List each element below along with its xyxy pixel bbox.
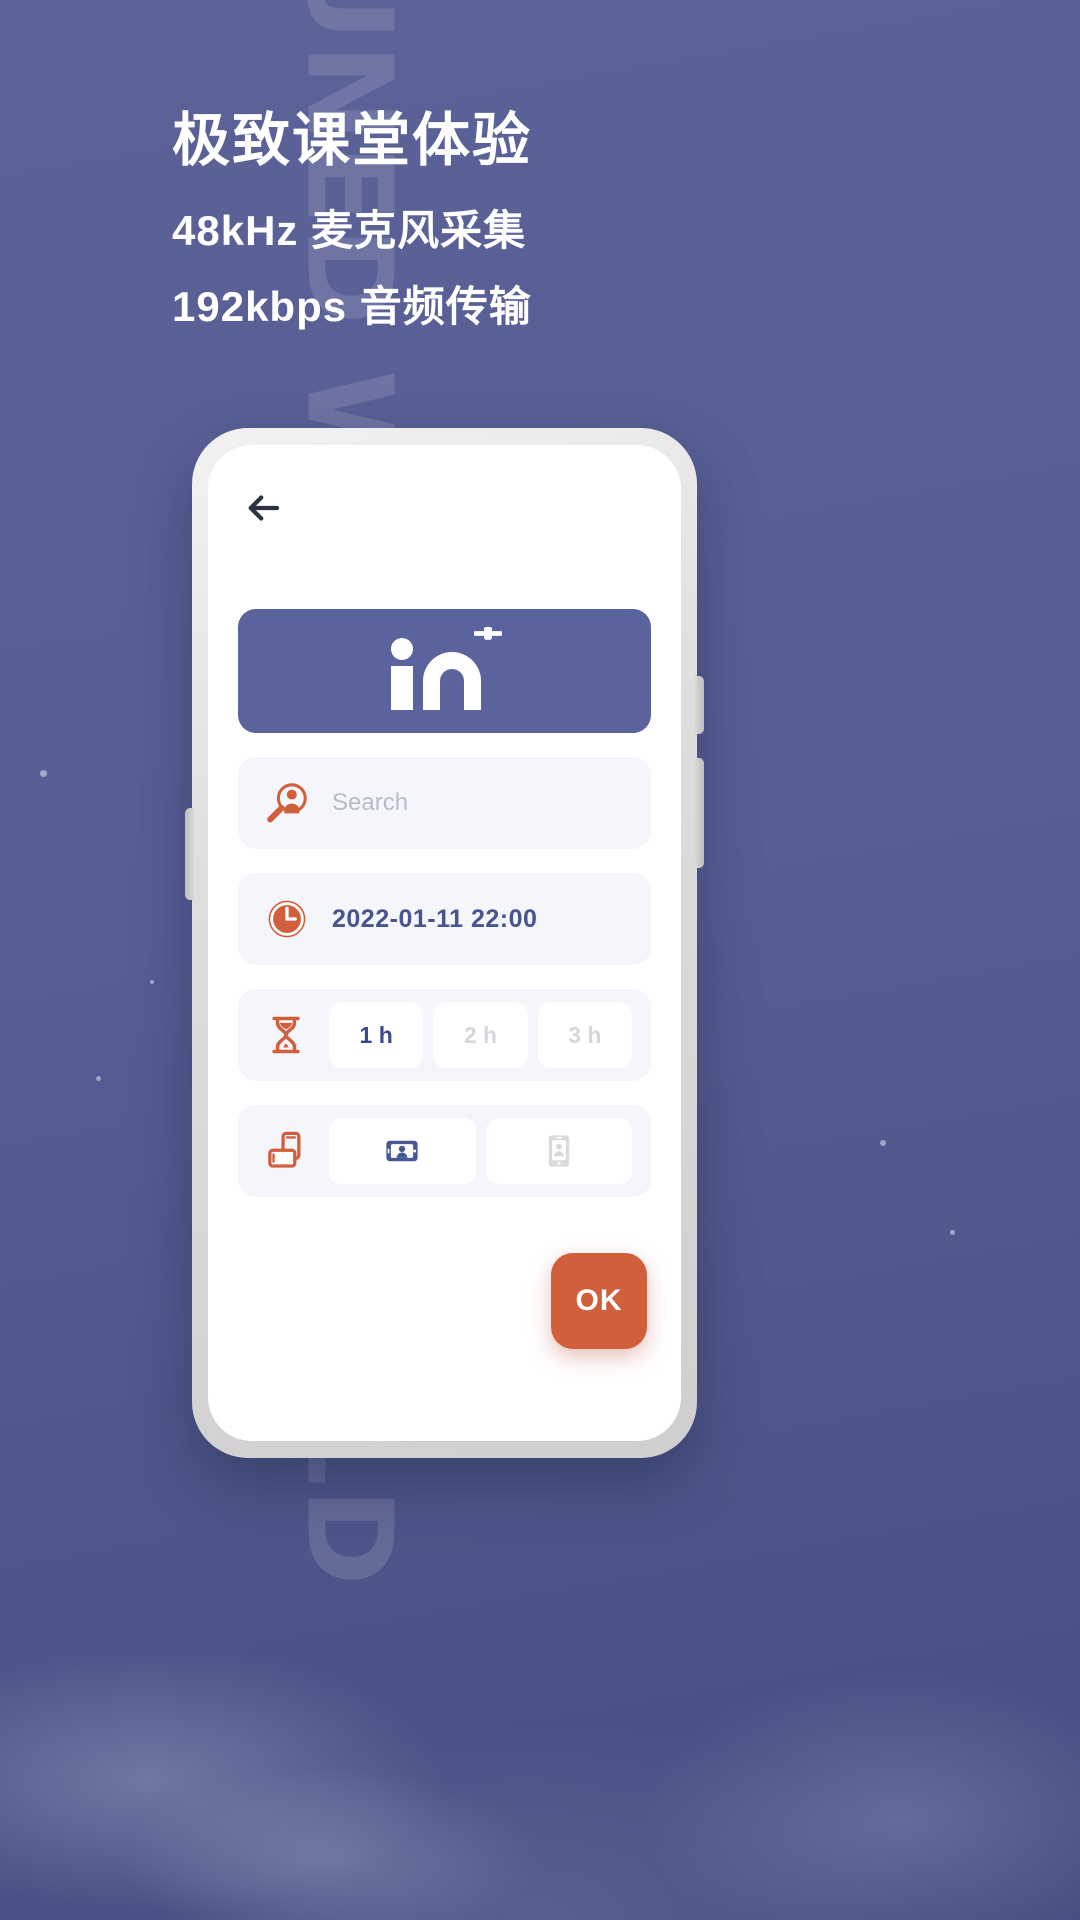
orientation-option-landscape[interactable]	[329, 1118, 476, 1184]
app-content: Search 2022-01-11 22:00 1 h 2 h 3 h OK	[208, 609, 681, 1349]
promo-banner: STAY TUNED WITH THE WORLD 极致课堂体验 48kHz 麦…	[0, 0, 1080, 1920]
search-field[interactable]: Search	[238, 757, 651, 849]
search-placeholder: Search	[332, 789, 409, 816]
speck	[96, 1076, 101, 1081]
phone-power-button	[695, 758, 704, 868]
confirm-row: OK	[238, 1253, 651, 1349]
phone-screen: Search 2022-01-11 22:00 1 h 2 h 3 h OK	[208, 445, 681, 1441]
promo-copy: 极致课堂体验 48kHz 麦克风采集 192kbps 音频传输	[172, 108, 532, 334]
speck	[40, 770, 47, 777]
person-search-icon	[264, 780, 310, 826]
logo-plus-icon	[473, 627, 502, 640]
duration-selector: 1 h 2 h 3 h	[238, 989, 651, 1081]
logo-i-dot	[390, 638, 413, 660]
orientation-selector	[238, 1105, 651, 1197]
promo-headline: 极致课堂体验	[172, 108, 533, 173]
promo-subline-2: 192kbps 音频传输	[172, 283, 532, 331]
duration-option-2h[interactable]: 2 h	[433, 1002, 528, 1068]
rotate-device-icon	[264, 1129, 308, 1173]
arrow-left-icon[interactable]	[242, 487, 284, 529]
datetime-field[interactable]: 2022-01-11 22:00	[238, 873, 651, 965]
logo-i-stem	[390, 666, 413, 710]
orientation-option-portrait[interactable]	[485, 1118, 632, 1184]
ok-button[interactable]: OK	[551, 1253, 647, 1349]
speck	[950, 1230, 955, 1235]
promo-subline-1: 48kHz 麦克风采集	[172, 206, 527, 254]
datetime-value: 2022-01-11 22:00	[332, 904, 538, 933]
hourglass-icon	[264, 1013, 308, 1057]
duration-option-3h[interactable]: 3 h	[537, 1002, 632, 1068]
phone-side-button-top	[695, 676, 704, 734]
speck	[150, 980, 154, 984]
phone-mockup: Search 2022-01-11 22:00 1 h 2 h 3 h OK	[185, 428, 704, 1458]
app-bar	[208, 445, 681, 571]
logo-n-shape	[422, 652, 481, 710]
phone-volume-button	[185, 808, 194, 900]
clock-icon	[264, 896, 310, 942]
app-logo-card	[238, 609, 651, 733]
speck	[880, 1140, 886, 1146]
duration-option-1h[interactable]: 1 h	[329, 1002, 424, 1068]
in-plus-logo	[389, 627, 502, 710]
